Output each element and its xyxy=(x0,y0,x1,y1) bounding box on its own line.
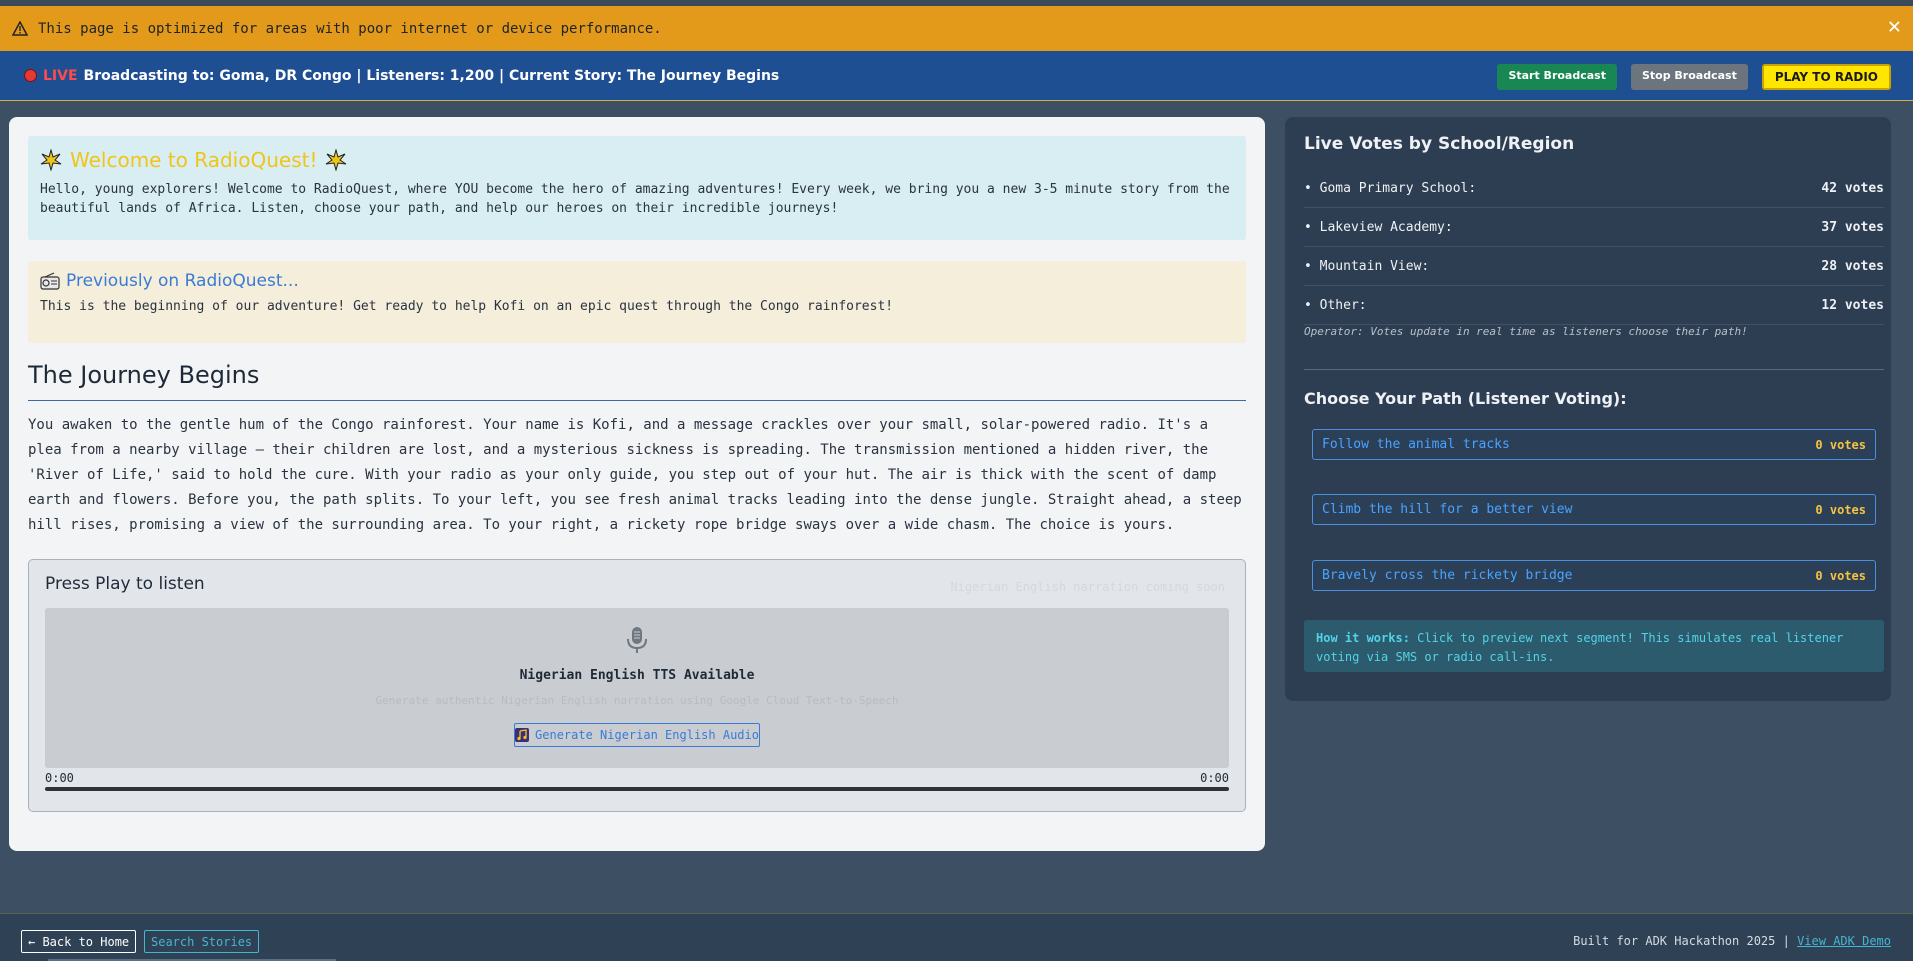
list-item: • Goma Primary School: 42 votes xyxy=(1304,169,1884,208)
current-time: 0:00 xyxy=(45,771,74,785)
generate-audio-label: Generate Nigerian English Audio xyxy=(535,728,759,742)
choice-follow-tracks-button[interactable]: Follow the animal tracks 0 votes xyxy=(1312,429,1876,460)
operator-note: Operator: Votes update in real time as l… xyxy=(1304,325,1748,338)
play-to-radio-button[interactable]: PLAY TO RADIO xyxy=(1761,64,1891,90)
previously-title-text: Previously on RadioQuest... xyxy=(66,271,299,291)
tts-panel: Nigerian English TTS Available Generate … xyxy=(45,608,1229,768)
player-note: Nigerian English narration coming soon xyxy=(950,580,1225,594)
welcome-text: Hello, young explorers! Welcome to Radio… xyxy=(40,182,1230,216)
list-item: • Lakeview Academy: 37 votes xyxy=(1304,208,1884,247)
how-it-works-label: How it works: xyxy=(1316,631,1410,645)
start-broadcast-button[interactable]: Start Broadcast xyxy=(1497,64,1617,90)
total-time: 0:00 xyxy=(1200,771,1229,785)
warning-icon xyxy=(12,21,28,36)
choose-path-title: Choose Your Path (Listener Voting): xyxy=(1304,389,1627,408)
audio-player: Press Play to listen Nigerian English na… xyxy=(28,559,1246,812)
audio-progress-bar[interactable] xyxy=(45,787,1229,791)
vote-region: • Mountain View: xyxy=(1304,258,1430,274)
vote-count: 12 votes xyxy=(1821,297,1884,313)
list-item: • Mountain View: 28 votes xyxy=(1304,247,1884,286)
divider xyxy=(1304,369,1884,370)
vote-region: • Goma Primary School: xyxy=(1304,180,1477,196)
sparkle-icon xyxy=(40,149,62,171)
vote-region: • Lakeview Academy: xyxy=(1304,219,1453,235)
vote-count: 37 votes xyxy=(1821,219,1884,235)
choice-climb-hill-button[interactable]: Climb the hill for a better view 0 votes xyxy=(1312,494,1876,525)
vote-count: 42 votes xyxy=(1821,180,1884,196)
choice-label: Climb the hill for a better view xyxy=(1322,502,1573,517)
banner-message: This page is optimized for areas with po… xyxy=(38,20,662,37)
choice-cross-bridge-button[interactable]: Bravely cross the rickety bridge 0 votes xyxy=(1312,560,1876,591)
tts-description: Generate authentic Nigerian English narr… xyxy=(375,694,899,707)
back-home-button[interactable]: ← Back to Home xyxy=(21,930,137,953)
generate-audio-button[interactable]: Generate Nigerian English Audio xyxy=(514,723,760,747)
choice-votes: 0 votes xyxy=(1815,568,1866,583)
broadcast-status: Broadcasting to: Goma, DR Congo | Listen… xyxy=(83,67,780,84)
previously-text: This is the beginning of our adventure! … xyxy=(40,299,894,314)
how-it-works-box: How it works: Click to preview next segm… xyxy=(1304,620,1884,672)
built-for-text: Built for ADK Hackathon 2025 | View ADK … xyxy=(1573,934,1891,948)
story-text: You awaken to the gentle hum of the Cong… xyxy=(28,417,1242,533)
previously-box: Previously on RadioQuest... This is the … xyxy=(28,261,1246,343)
music-note-icon xyxy=(515,728,530,742)
sparkle-icon xyxy=(326,149,347,171)
vote-count: 28 votes xyxy=(1821,258,1884,274)
radio-icon xyxy=(40,272,60,290)
performance-banner: This page is optimized for areas with po… xyxy=(0,6,1913,51)
tts-title: Nigerian English TTS Available xyxy=(519,668,755,683)
story-title: The Journey Begins xyxy=(28,361,1246,401)
view-demo-link[interactable]: View ADK Demo xyxy=(1797,934,1891,948)
player-title: Press Play to listen xyxy=(45,574,205,594)
stop-broadcast-button[interactable]: Stop Broadcast xyxy=(1630,64,1748,90)
close-icon[interactable]: ✕ xyxy=(1888,16,1901,38)
choice-votes: 0 votes xyxy=(1815,502,1866,517)
built-label: Built for ADK Hackathon 2025 | xyxy=(1573,934,1790,948)
votes-title: Live Votes by School/Region xyxy=(1304,134,1575,154)
voting-panel: Live Votes by School/Region • Goma Prima… xyxy=(1285,117,1891,701)
live-status-bar: LIVE Broadcasting to: Goma, DR Congo | L… xyxy=(0,51,1913,101)
list-item: • Other: 12 votes xyxy=(1304,286,1884,325)
vote-region: • Other: xyxy=(1304,297,1367,313)
story-card: Welcome to RadioQuest! Hello, young expl… xyxy=(9,117,1265,851)
live-label: LIVE xyxy=(43,67,78,84)
choice-label: Bravely cross the rickety bridge xyxy=(1322,568,1573,583)
choice-votes: 0 votes xyxy=(1815,437,1866,452)
footer: ← Back to Home Search Stories Built for … xyxy=(0,913,1913,961)
previously-title: Previously on RadioQuest... xyxy=(40,271,1234,291)
welcome-box: Welcome to RadioQuest! Hello, young expl… xyxy=(28,136,1246,240)
search-stories-button[interactable]: Search Stories xyxy=(144,930,260,953)
welcome-title: Welcome to RadioQuest! xyxy=(40,148,1234,172)
microphone-icon xyxy=(627,627,647,653)
votes-list: • Goma Primary School: 42 votes • Lakevi… xyxy=(1304,169,1884,325)
welcome-title-text: Welcome to RadioQuest! xyxy=(70,148,318,172)
live-indicator-icon xyxy=(24,69,37,82)
choice-label: Follow the animal tracks xyxy=(1322,437,1510,452)
